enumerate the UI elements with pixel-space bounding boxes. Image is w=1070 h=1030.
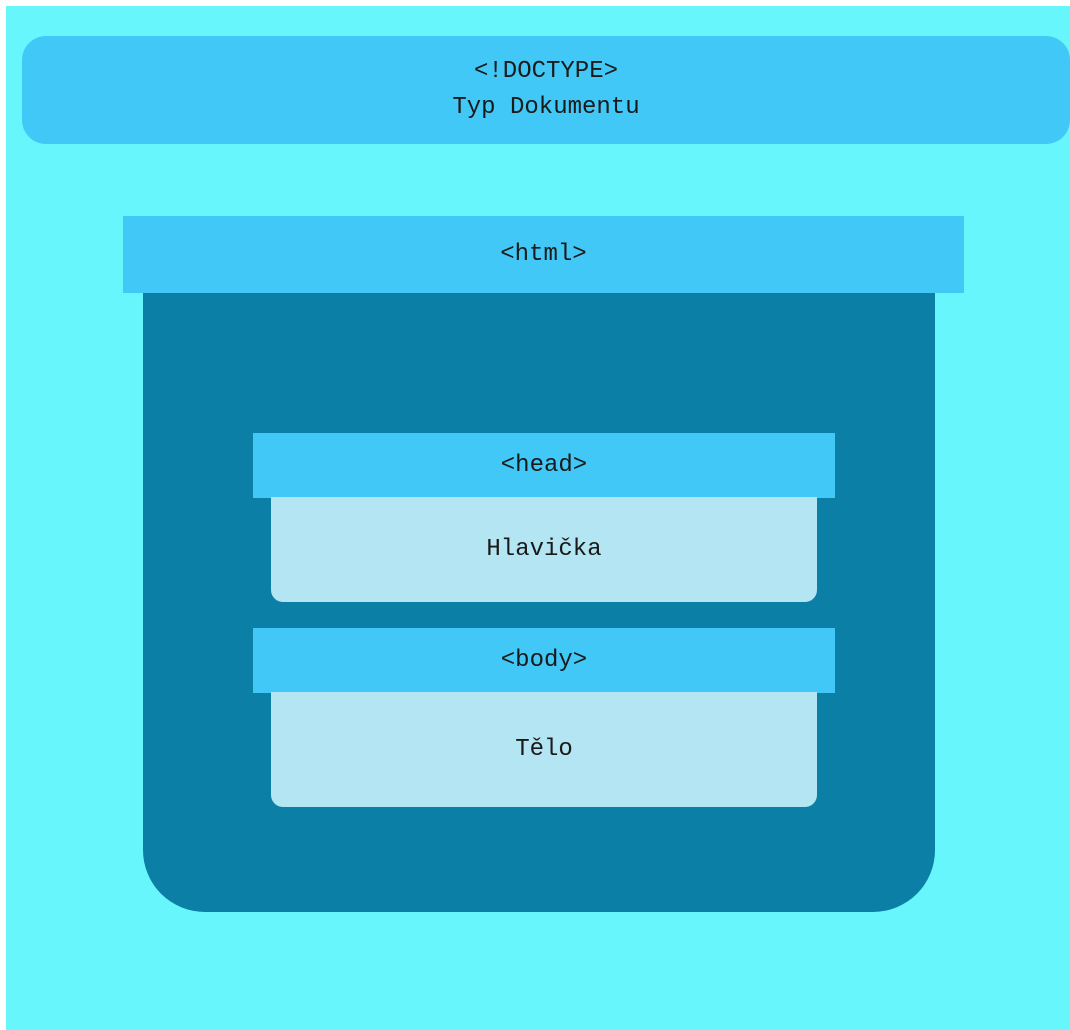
body-tag: <body> — [500, 646, 588, 674]
doctype-label: Typ Dokumentu — [452, 94, 640, 121]
html-tag: <html> — [500, 240, 587, 268]
head-tag-bar: <head> — [253, 433, 835, 498]
body-tag-bar: <body> — [253, 628, 835, 693]
head-tag: <head> — [500, 451, 588, 479]
head-panel: Hlavička — [271, 497, 817, 602]
html-tag-bar: <html> — [123, 216, 964, 293]
doctype-tag: <!DOCTYPE> — [473, 58, 619, 85]
html-container — [143, 292, 935, 912]
body-panel: Tělo — [271, 692, 817, 807]
head-label: Hlavička — [486, 535, 602, 563]
doctype-box: <!DOCTYPE> Typ Dokumentu — [22, 36, 1070, 144]
body-label: Tělo — [515, 735, 573, 763]
